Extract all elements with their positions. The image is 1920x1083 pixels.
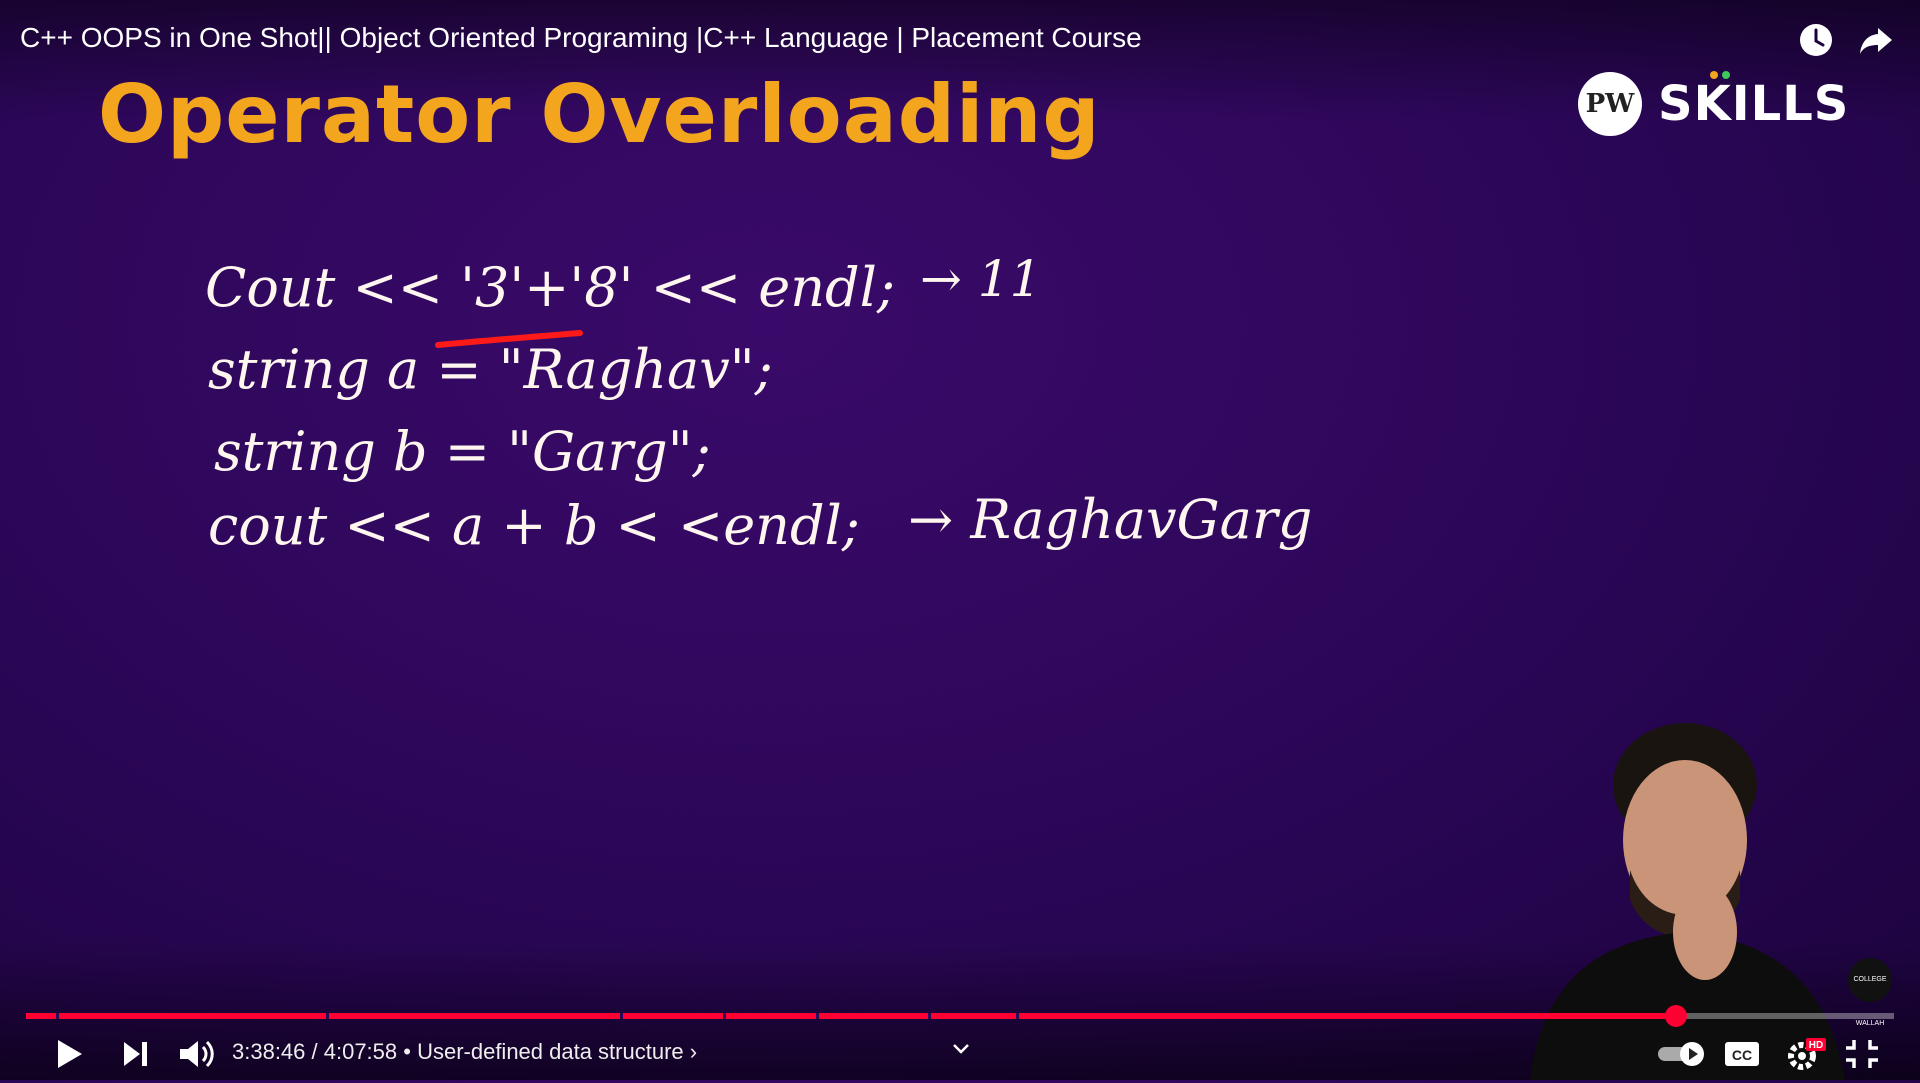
hd-badge: HD [1809,1040,1823,1051]
chapter-marker [56,1013,59,1019]
skills-logo-text: SKILLS [1658,76,1850,132]
cc-label: CC [1732,1047,1752,1063]
share-icon[interactable] [1856,20,1896,60]
result-arrow-2: → RaghavGarg [908,488,1313,551]
chevron-down-icon[interactable] [948,1036,974,1062]
volume-icon[interactable] [172,1030,220,1078]
code-line-4: cout << a + b < <endl; [208,494,860,557]
settings-icon[interactable]: HD [1778,1030,1826,1078]
chapter-marker [1016,1013,1019,1019]
chapter-marker [928,1013,931,1019]
code-line-3: string b = "Garg"; [214,420,711,483]
logo-dots-icon [1710,71,1730,79]
college-wallah-badge: COLLEGE WALLAH [1848,958,1892,1027]
slide-heading: Operator Overloading [98,68,1101,161]
pw-skills-logo: PW SKILLS [1578,71,1848,142]
pw-logo-mark: PW [1578,72,1642,136]
progress-fill [26,1013,1676,1019]
watch-later-icon[interactable] [1796,20,1836,60]
autoplay-toggle[interactable] [1654,1030,1714,1078]
player-controls: 3:38:46 / 4:07:58 • User-defined data st… [0,1030,1920,1080]
progress-bar[interactable] [26,1005,1894,1027]
result-arrow-1: → 11 [920,250,1042,308]
time-and-chapter[interactable]: 3:38:46 / 4:07:58 • User-defined data st… [232,1039,697,1065]
video-title[interactable]: C++ OOPS in One Shot|| Object Oriented P… [20,22,1142,54]
chapter-marker [816,1013,819,1019]
progress-scrubber[interactable] [1664,1005,1687,1027]
chapter-marker [326,1013,329,1019]
chapter-marker [620,1013,623,1019]
exit-fullscreen-icon[interactable] [1838,1030,1886,1078]
chapter-marker [723,1013,726,1019]
cc-icon[interactable]: CC [1718,1030,1766,1078]
next-icon[interactable] [112,1030,160,1078]
red-underline-annotation [435,330,583,348]
play-icon[interactable] [44,1030,92,1078]
code-line-1: Cout << '3'+'8' << endl; [205,256,896,319]
